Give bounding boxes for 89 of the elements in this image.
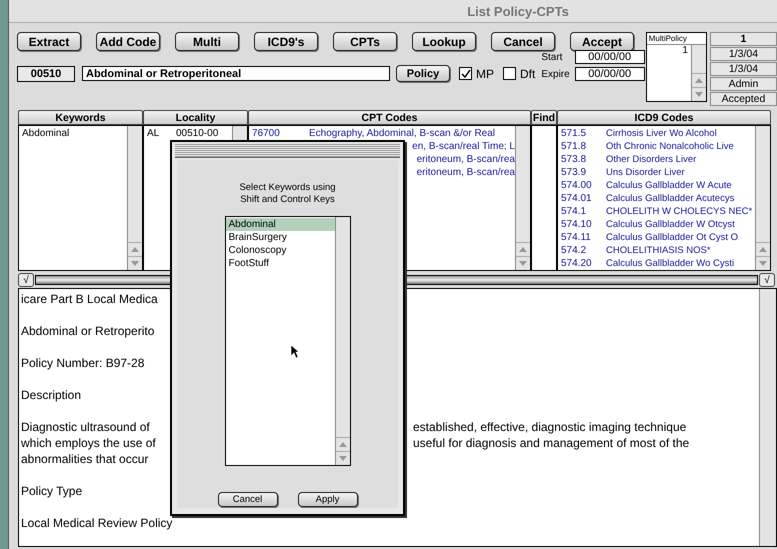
table-cell-text: 574.00 <box>560 179 593 192</box>
scrollbar[interactable] <box>334 217 350 465</box>
column-header[interactable]: CPT Codes <box>248 110 531 125</box>
table-cell-text: Calculus Gallbladder W Otcyst <box>605 218 735 231</box>
table-cell-text: CHOLELITHIASIS NOS* <box>605 244 711 257</box>
toolbar-button[interactable]: CPTs <box>333 32 397 51</box>
table-cell-text: Calculus Gallbladder W Acute <box>605 179 732 192</box>
status-cell: Admin <box>710 77 777 91</box>
toolbar-button[interactable]: Accept <box>570 32 634 51</box>
column-header[interactable]: Locality <box>143 110 248 125</box>
toolbar-button[interactable]: Cancel <box>491 32 555 51</box>
text-line: Local Medical Review Policy <box>21 516 171 530</box>
table-cell-text: Cirrhosis Liver Wo Alcohol <box>605 127 717 140</box>
text-line: icare Part B Local Medica <box>21 292 159 306</box>
table-cell-text: CHOLELITH W CHOLECYS NEC* <box>605 205 752 218</box>
toolbar-button[interactable]: Lookup <box>412 32 476 51</box>
table-cell-text: Echography, Abdominal, B-scan &/or Real <box>308 127 496 140</box>
keyword-item[interactable]: Abdominal <box>226 218 334 231</box>
policy-button[interactable]: Policy <box>396 65 450 82</box>
scrollbar[interactable] <box>127 126 142 270</box>
table-cell-text: Calculus Gallbladder Acutecys <box>605 192 734 205</box>
text-line: which employs the use of <box>21 436 157 450</box>
text-line: useful for diagnosis and management of most of the <box>413 436 690 450</box>
pointer-icon <box>290 344 300 359</box>
date-field[interactable]: 00/00/00 <box>574 50 645 64</box>
table-cell-text: 574.11 <box>560 231 592 244</box>
scrollbar[interactable] <box>515 126 530 270</box>
list-item[interactable]: 1 <box>682 45 688 56</box>
dialog-button[interactable]: Apply <box>298 492 358 507</box>
table-cell-text: 573.9 <box>560 166 588 179</box>
scrollbar[interactable] <box>690 45 706 101</box>
table-cell-text: Calculus Gallbladder Wo Cysti <box>605 257 734 270</box>
keyword-item[interactable]: Colonoscopy <box>226 244 334 257</box>
text-line: Abdominal or Retroperito <box>21 324 156 338</box>
table-cell-text: Calculus Gallbladder Ot Cyst O <box>605 231 738 244</box>
table-cell-text: 571.8 <box>560 140 588 153</box>
table-cell-text: 574.10 <box>560 218 593 231</box>
table-cell-text: AL <box>146 127 160 140</box>
checkbox-label: MP <box>476 66 494 80</box>
dialog-title-bar[interactable] <box>175 144 400 158</box>
text-line: abnormalities that occur <box>21 452 150 466</box>
text-line: Policy Type <box>21 484 84 498</box>
date-label: Expire <box>541 68 570 80</box>
dialog-button[interactable]: Cancel <box>218 492 278 507</box>
keyword-item[interactable]: FootStuff <box>226 257 334 270</box>
keyword-item[interactable]: Abdominal <box>19 127 127 140</box>
text-line: Policy Number: B97-28 <box>21 356 146 370</box>
toolbar-button[interactable]: Extract <box>17 32 81 51</box>
scrollbar[interactable] <box>755 126 770 270</box>
table-cell-text: 574.01 <box>560 192 593 205</box>
date-label: Start <box>541 52 564 62</box>
status-cell: Accepted <box>710 92 777 106</box>
policy-code: 00510 <box>17 66 75 82</box>
table-cell-text: eritoneum, B-scan/rea <box>416 166 515 179</box>
table-cell-text: en, B-scan/real Time; L <box>411 140 515 153</box>
status-cell: 1/3/04 <box>710 47 777 61</box>
window-title: List Policy-CPTs <box>467 4 569 18</box>
checkbox-label: Dft <box>520 66 536 80</box>
check-button[interactable]: √ <box>759 273 775 287</box>
table-cell-text: 574.1 <box>560 205 588 218</box>
text-line: Description <box>21 388 82 402</box>
scrollbar[interactable] <box>759 289 776 546</box>
table-cell-text: 76700 <box>251 127 281 140</box>
check-button[interactable]: √ <box>18 273 34 287</box>
table-cell-text: eritoneum, B-scan/rea <box>416 153 515 166</box>
checkbox[interactable] <box>459 67 472 80</box>
text-line: Diagnostic ultrasound of <box>21 420 151 434</box>
policy-title-field[interactable]: Abdominal or Retroperitoneal <box>82 66 390 81</box>
table-cell-text: 574.2 <box>560 244 588 257</box>
status-cell: 1 <box>710 32 777 46</box>
text-line: established, effective, diagnostic imaging technique <box>413 420 686 434</box>
table-cell-text: 574.20 <box>560 257 593 270</box>
date-field[interactable]: 00/00/00 <box>574 67 645 81</box>
table-cell-text: Oth Chronic Nonalcoholic Live <box>605 140 734 153</box>
toolbar-button[interactable]: ICD9's <box>254 32 318 51</box>
toolbar-button[interactable]: Add Code <box>96 32 160 51</box>
table-cell-text: 00510-00 <box>175 127 218 140</box>
dialog-prompt: Select Keywords using Shift and Control Keys <box>239 182 336 206</box>
status-cell: 1/3/04 <box>710 62 777 76</box>
table-cell-text: 573.8 <box>560 153 588 166</box>
column-header[interactable]: Keywords <box>18 110 143 125</box>
column-header[interactable]: Find <box>531 110 557 125</box>
toolbar-button[interactable]: Multi <box>175 32 239 51</box>
table-cell-text: Other Disorders Liver <box>605 153 696 166</box>
checkbox[interactable] <box>503 67 516 80</box>
column-header[interactable]: ICD9 Codes <box>557 110 771 125</box>
keyword-item[interactable]: BrainSurgery <box>226 231 334 244</box>
table-cell-text: 571.5 <box>560 127 588 140</box>
table-cell-text: Uns Disorder Liver <box>605 166 685 179</box>
